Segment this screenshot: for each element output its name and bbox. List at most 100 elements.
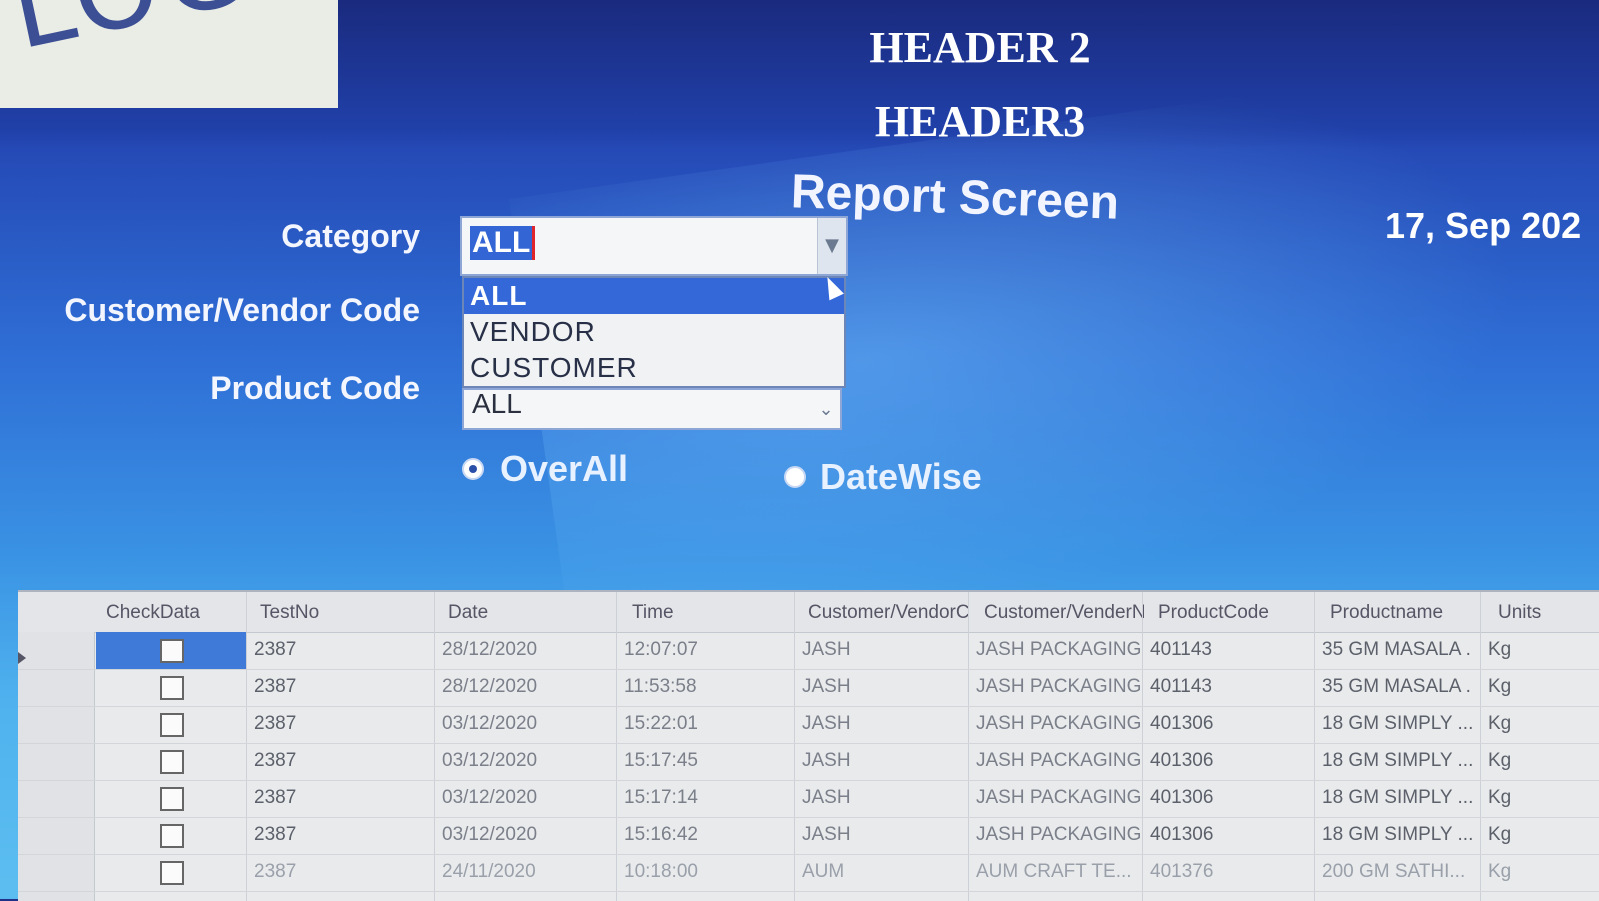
- cell-time: 15:22:01: [624, 713, 698, 734]
- table-row[interactable]: 2387 28/12/2020 12:07:07 JASH JASH PACKA…: [18, 632, 1599, 670]
- cell-cv-name: JASH PACKAGING: [976, 787, 1142, 808]
- cell-product-name: 18 GM SIMPLY ...: [1322, 824, 1472, 845]
- cell-units: Kg: [1488, 861, 1512, 882]
- cell-product-name: 35 GM MASALA ...: [1322, 676, 1472, 697]
- cell-product-code: 401306: [1150, 824, 1214, 845]
- cell-date: 24/11/2020: [442, 861, 536, 882]
- dropdown-option-all[interactable]: ALL: [464, 278, 844, 314]
- header-3: HEADER3: [874, 97, 1086, 146]
- check-cell[interactable]: [96, 632, 246, 669]
- logo-text: LOGO: [0, 0, 353, 74]
- datewise-radio-label[interactable]: DateWise: [820, 456, 982, 498]
- cell-time: 15:16:42: [624, 824, 698, 845]
- cell-product-name: 200 GM SATHI...: [1322, 861, 1466, 882]
- column-header-date[interactable]: Date: [448, 602, 608, 624]
- cell-product-code: 401306: [1150, 713, 1214, 734]
- product-code-combobox[interactable]: ALL ⌄: [462, 388, 842, 430]
- cell-product-code: 401143: [1150, 676, 1212, 697]
- cell-testno: 2387: [254, 676, 297, 697]
- cell-testno: 2387: [254, 713, 297, 734]
- cell-cv-code: JASH: [802, 750, 851, 771]
- cell-cv-name: JASH PACKAGING: [976, 713, 1142, 734]
- datewise-radio[interactable]: [784, 466, 806, 488]
- cell-time: 10:18:00: [624, 861, 698, 882]
- cell-product-name: 18 GM SIMPLY ...: [1322, 713, 1472, 734]
- current-date: 17, Sep 202: [1385, 205, 1582, 246]
- table-row[interactable]: 2387 03/12/2020 15:16:42 JASH JASH PACKA…: [18, 817, 1599, 855]
- cell-units: Kg: [1488, 713, 1512, 734]
- cell-product-name: 18 GM SIMPLY ...: [1322, 787, 1472, 808]
- cell-date: 03/12/2020: [442, 824, 538, 845]
- column-header-customer-vendor-name[interactable]: Customer/VenderN: [984, 602, 1144, 624]
- row-checkbox[interactable]: [160, 861, 184, 885]
- check-cell[interactable]: [96, 817, 246, 854]
- cell-cv-name: JASH PACKAGING: [976, 676, 1142, 697]
- check-cell[interactable]: [96, 706, 246, 743]
- cell-time: 15:17:14: [624, 787, 698, 808]
- check-cell[interactable]: [96, 854, 246, 891]
- column-header-units[interactable]: Units: [1498, 602, 1578, 624]
- cell-cv-name: JASH PACKAGING: [976, 639, 1142, 660]
- table-row[interactable]: 2387 03/12/2020 15:22:01 JASH JASH PACKA…: [18, 706, 1599, 744]
- row-checkbox[interactable]: [160, 713, 184, 737]
- column-header-testno[interactable]: TestNo: [260, 602, 420, 624]
- cell-date: 03/12/2020: [442, 787, 538, 808]
- cell-cv-name: AUM CRAFT TE...: [976, 861, 1132, 882]
- cell-date: 03/12/2020: [442, 713, 538, 734]
- cell-units: Kg: [1488, 824, 1512, 845]
- cell-cv-code: JASH: [802, 787, 851, 808]
- cell-product-name: 35 GM MASALA ...: [1322, 639, 1472, 660]
- logo: LOGO: [0, 0, 353, 108]
- table-row[interactable]: 2387 28/12/2020 11:53:58 JASH JASH PACKA…: [18, 669, 1599, 707]
- customer-vendor-code-label: Customer/Vendor Code: [64, 292, 420, 328]
- row-checkbox[interactable]: [160, 639, 184, 663]
- table-row[interactable]: 2387 24/11/2020 10:18:00 AUM AUM CRAFT T…: [18, 854, 1599, 892]
- cell-testno: 2387: [254, 861, 297, 882]
- cell-product-name: 18 GM SIMPLY ...: [1322, 750, 1472, 771]
- cell-cv-code: JASH: [802, 639, 851, 660]
- cell-units: Kg: [1488, 676, 1512, 697]
- cell-cv-code: JASH: [802, 713, 851, 734]
- row-checkbox[interactable]: [160, 750, 184, 774]
- table-row[interactable]: 2387 03/12/2020 15:17:45 JASH JASH PACKA…: [18, 743, 1599, 781]
- category-label: Category: [281, 218, 420, 254]
- check-cell[interactable]: [96, 780, 246, 817]
- cell-time: 15:17:45: [624, 750, 698, 771]
- cell-date: 28/12/2020: [442, 676, 538, 697]
- cell-testno: 2387: [254, 824, 297, 845]
- cell-cv-name: JASH PACKAGING: [976, 824, 1142, 845]
- category-value: ALL: [470, 226, 536, 260]
- overall-radio-label[interactable]: OverAll: [500, 448, 628, 490]
- cell-testno: 2387: [254, 639, 297, 660]
- row-checkbox[interactable]: [160, 787, 184, 811]
- report-grid: CheckData TestNo Date Time Customer/Vend…: [18, 590, 1599, 901]
- check-cell[interactable]: [96, 669, 246, 706]
- cell-cv-code: JASH: [802, 824, 851, 845]
- cell-cv-code: AUM: [802, 861, 845, 882]
- cell-time: 12:07:07: [624, 639, 698, 660]
- column-header-productname[interactable]: Productname: [1330, 602, 1490, 624]
- cell-testno: 2387: [254, 787, 297, 808]
- cell-cv-code: JASH: [802, 676, 851, 697]
- column-header-productcode[interactable]: ProductCode: [1158, 602, 1328, 624]
- row-checkbox[interactable]: [160, 676, 184, 700]
- dropdown-option-customer[interactable]: CUSTOMER: [464, 350, 844, 386]
- overall-radio[interactable]: [462, 458, 484, 480]
- column-header-time[interactable]: Time: [632, 602, 782, 624]
- check-cell[interactable]: [96, 743, 246, 780]
- product-code-label: Product Code: [210, 370, 420, 406]
- cell-testno: 2387: [254, 750, 297, 771]
- row-checkbox[interactable]: [160, 824, 184, 848]
- chevron-down-icon[interactable]: ⌄: [812, 390, 840, 428]
- category-combobox[interactable]: ALL ▼: [460, 216, 848, 276]
- table-row[interactable]: 2387 03/12/2020 15:17:14 JASH JASH PACKA…: [18, 780, 1599, 818]
- column-header-customer-vendor-code[interactable]: Customer/VendorC: [808, 602, 974, 624]
- cell-product-code: 401306: [1150, 787, 1214, 808]
- column-header-checkdata[interactable]: CheckData: [106, 602, 246, 624]
- header-2: HEADER 2: [869, 23, 1091, 72]
- cell-date: 03/12/2020: [442, 750, 538, 771]
- chevron-down-icon[interactable]: ▼: [817, 218, 846, 274]
- dropdown-option-vendor[interactable]: VENDOR: [464, 314, 844, 350]
- cell-product-code: 401306: [1150, 750, 1214, 771]
- cell-units: Kg: [1488, 639, 1512, 660]
